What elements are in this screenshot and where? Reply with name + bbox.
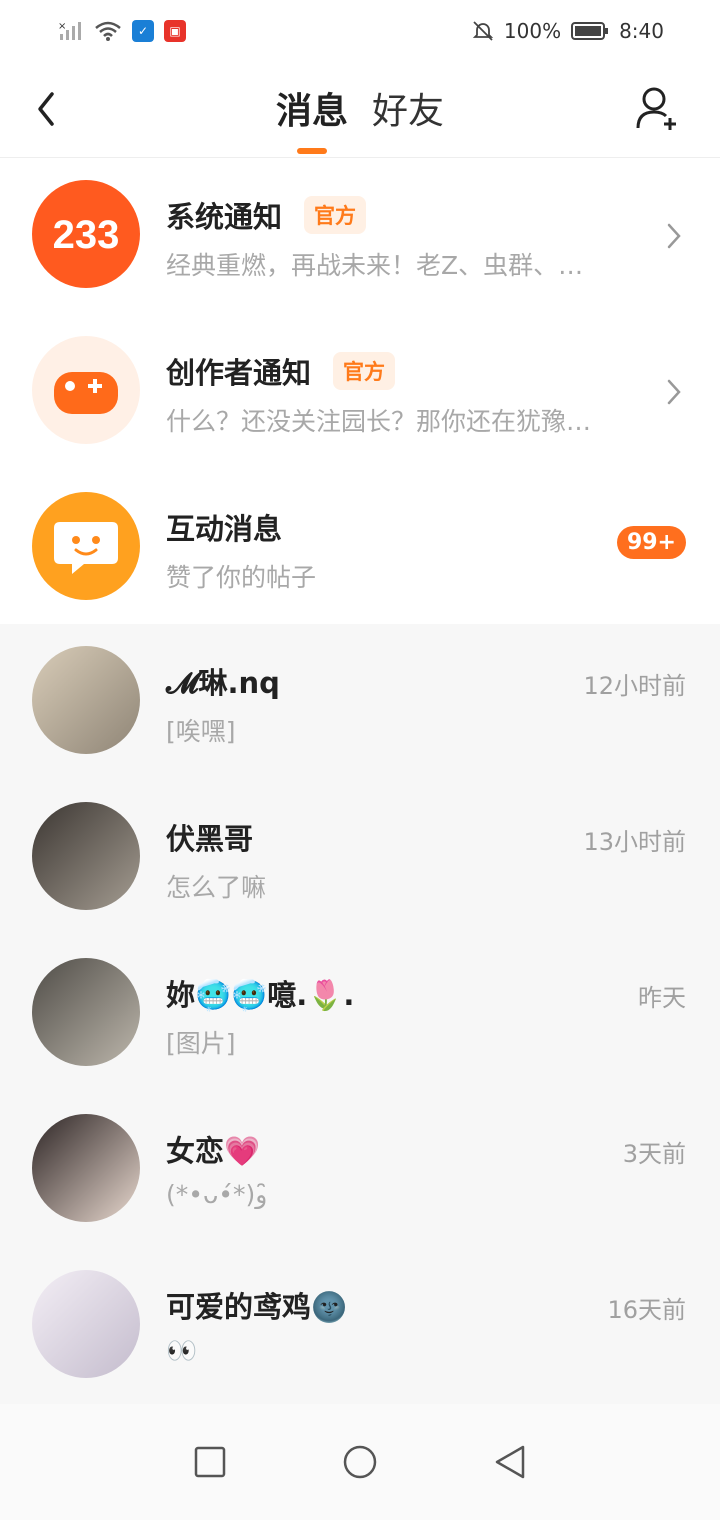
avatar bbox=[32, 802, 140, 910]
list-item-system-notice[interactable]: 233 系统通知 官方 经典重燃，再战未来！老Z、虫群、… bbox=[0, 158, 720, 314]
message-time: 16天前 bbox=[607, 1296, 686, 1324]
system-notice-avatar: 233 bbox=[32, 180, 140, 288]
contact-name: 伏黑哥 bbox=[166, 822, 254, 856]
creator-notice-title: 创作者通知 bbox=[166, 356, 312, 390]
shield-app-icon: ✓ bbox=[132, 20, 154, 42]
battery-percent: 100% bbox=[503, 19, 562, 43]
message-preview: [唉嘿] bbox=[166, 717, 236, 746]
list-item-title: 系统通知 官方 bbox=[166, 194, 367, 236]
svg-text:233: 233 bbox=[53, 213, 120, 257]
interaction-avatar bbox=[32, 492, 140, 600]
list-item-title: 创作者通知 官方 bbox=[166, 350, 396, 392]
avatar bbox=[32, 1270, 140, 1378]
interaction-title: 互动消息 bbox=[166, 512, 283, 546]
message-time: 3天前 bbox=[622, 1140, 686, 1168]
tab-friends[interactable]: 好友 bbox=[372, 82, 444, 154]
circle-icon bbox=[343, 1445, 377, 1479]
home-button[interactable] bbox=[340, 1442, 380, 1482]
chevron-right-icon bbox=[667, 223, 681, 249]
message-preview: [图片] bbox=[166, 1029, 236, 1058]
gamepad-icon bbox=[54, 372, 118, 414]
tab-messages[interactable]: 消息 bbox=[276, 82, 348, 154]
system-nav-bar bbox=[0, 1404, 720, 1520]
unread-badge: 99+ bbox=[616, 526, 686, 559]
chat-list: 𝓜琳.nq [唉嘿] 12小时前 伏黑哥 怎么了嘛 13小时前 妳🥶🥶噫.🌷. … bbox=[0, 624, 720, 1404]
message-preview: (*•ᴗ•́*)و ̑̑ bbox=[166, 1180, 276, 1209]
message-time: 12小时前 bbox=[583, 672, 686, 700]
contact-name: 𝓜琳.nq bbox=[166, 666, 280, 700]
list-item-chat[interactable]: 伏黑哥 怎么了嘛 13小时前 bbox=[0, 780, 720, 936]
avatar bbox=[32, 1114, 140, 1222]
message-preview: 👀 bbox=[166, 1336, 198, 1365]
avatar bbox=[32, 646, 140, 754]
logo-233-icon: 233 bbox=[53, 213, 120, 257]
clock: 8:40 bbox=[619, 19, 664, 43]
system-notice-title: 系统通知 bbox=[166, 200, 283, 234]
battery-icon bbox=[571, 22, 609, 40]
official-list: 233 系统通知 官方 经典重燃，再战未来！老Z、虫群、… 创作者通知 官方 什… bbox=[0, 158, 720, 626]
list-item-chat[interactable]: 可爱的鸢鸡🌚 👀 16天前 bbox=[0, 1248, 720, 1404]
system-notice-preview: 经典重燃，再战未来！老Z、虫群、… bbox=[166, 251, 584, 280]
message-time: 昨天 bbox=[638, 984, 686, 1012]
list-item-creator-notice[interactable]: 创作者通知 官方 什么？还没关注园长？那你还在犹豫… bbox=[0, 314, 720, 470]
official-tag: 官方 bbox=[304, 196, 367, 234]
nav-back-button[interactable] bbox=[490, 1442, 530, 1482]
list-item-chat[interactable]: 𝓜琳.nq [唉嘿] 12小时前 bbox=[0, 624, 720, 780]
official-tag: 官方 bbox=[333, 352, 396, 390]
square-icon bbox=[194, 1446, 226, 1478]
chat-bubble-face-icon bbox=[54, 522, 118, 574]
list-item-chat[interactable]: 妳🥶🥶噫.🌷. [图片] 昨天 bbox=[0, 936, 720, 1092]
add-friend-button[interactable] bbox=[634, 84, 682, 134]
interaction-preview: 赞了你的帖子 bbox=[166, 563, 317, 592]
creator-notice-preview: 什么？还没关注园长？那你还在犹豫… bbox=[166, 407, 592, 436]
svg-text:×: × bbox=[58, 21, 66, 32]
contact-name: 女恋💗 bbox=[166, 1134, 261, 1168]
creator-notice-avatar bbox=[32, 336, 140, 444]
message-preview: 怎么了嘛 bbox=[166, 873, 267, 902]
message-time: 13小时前 bbox=[583, 828, 686, 856]
triangle-back-icon bbox=[495, 1445, 525, 1479]
signal-off-icon: × bbox=[58, 21, 81, 40]
wifi-icon bbox=[95, 21, 121, 41]
contact-name: 妳🥶🥶噫.🌷. bbox=[166, 978, 355, 1012]
header: 消息 好友 bbox=[0, 62, 720, 158]
app-notification-icon: ▣ bbox=[164, 20, 186, 42]
contact-name: 可爱的鸢鸡🌚 bbox=[166, 1290, 348, 1324]
status-bar: × ✓ ▣ 100% 8:40 bbox=[0, 0, 720, 62]
chevron-right-icon bbox=[667, 379, 681, 405]
recent-apps-button[interactable] bbox=[190, 1442, 230, 1482]
add-user-icon bbox=[636, 87, 676, 130]
tab-bar: 消息 好友 bbox=[0, 82, 720, 154]
list-item-title: 互动消息 bbox=[166, 506, 282, 548]
list-item-interaction[interactable]: 互动消息 赞了你的帖子 99+ bbox=[0, 470, 720, 626]
bell-muted-icon bbox=[472, 21, 494, 41]
list-item-chat[interactable]: 女恋💗 (*•ᴗ•́*)و ̑̑ 3天前 bbox=[0, 1092, 720, 1248]
avatar bbox=[32, 958, 140, 1066]
